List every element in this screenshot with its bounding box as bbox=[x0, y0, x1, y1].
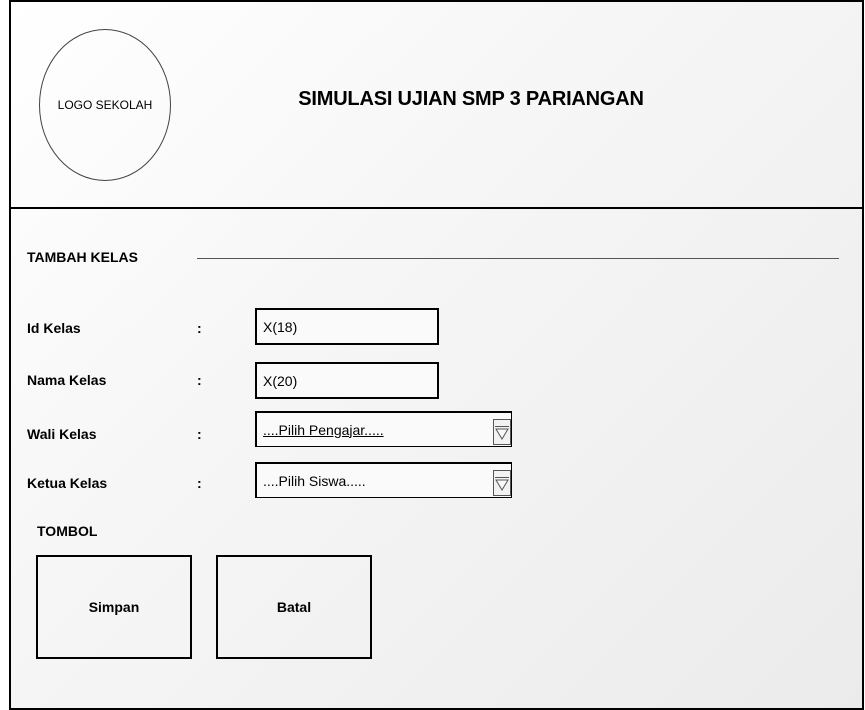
id-kelas-label: Id Kelas bbox=[27, 320, 81, 336]
save-button[interactable]: Simpan bbox=[36, 555, 192, 659]
section-divider bbox=[197, 258, 839, 259]
ketua-kelas-colon: : bbox=[197, 475, 202, 491]
logo-text: LOGO SEKOLAH bbox=[57, 98, 153, 112]
wali-kelas-selected: ....Pilih Pengajar..... bbox=[263, 421, 384, 438]
cancel-button[interactable]: Batal bbox=[216, 555, 372, 659]
wali-kelas-label: Wali Kelas bbox=[27, 426, 97, 442]
ketua-kelas-select[interactable]: ....Pilih Siswa..... bbox=[255, 462, 512, 498]
nama-kelas-label: Nama Kelas bbox=[27, 372, 107, 388]
school-logo: LOGO SEKOLAH bbox=[39, 29, 171, 181]
wali-kelas-select[interactable]: ....Pilih Pengajar..... bbox=[255, 411, 512, 447]
id-kelas-value: X(18) bbox=[263, 318, 298, 335]
ketua-kelas-label: Ketua Kelas bbox=[27, 475, 108, 491]
buttons-section-title: TOMBOL bbox=[37, 523, 98, 539]
form-section-title: TAMBAH KELAS bbox=[27, 249, 138, 265]
nama-kelas-value: X(20) bbox=[263, 372, 298, 389]
id-kelas-input[interactable]: X(18) bbox=[255, 308, 439, 345]
chevron-down-icon bbox=[495, 428, 509, 440]
nama-kelas-input[interactable]: X(20) bbox=[255, 362, 439, 399]
ketua-kelas-selected: ....Pilih Siswa..... bbox=[263, 472, 366, 489]
chevron-down-icon bbox=[495, 479, 509, 491]
ketua-kelas-dropdown-button[interactable] bbox=[493, 470, 511, 496]
wali-kelas-dropdown-button[interactable] bbox=[493, 419, 511, 445]
id-kelas-colon: : bbox=[197, 320, 202, 336]
page-header: LOGO SEKOLAH SIMULASI UJIAN SMP 3 PARIAN… bbox=[11, 2, 862, 209]
page-title: SIMULASI UJIAN SMP 3 PARIANGAN bbox=[298, 88, 644, 110]
nama-kelas-colon: : bbox=[197, 372, 202, 388]
wali-kelas-colon: : bbox=[197, 426, 202, 442]
app-window: LOGO SEKOLAH SIMULASI UJIAN SMP 3 PARIAN… bbox=[9, 0, 864, 710]
